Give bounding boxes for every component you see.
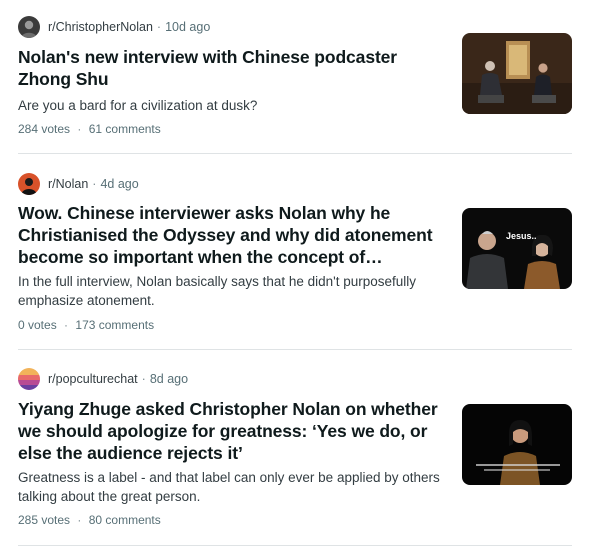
post-card[interactable]: r/ChristopherNolan · 10d ago Nolan's new… (0, 0, 600, 154)
post-meta: r/popculturechat · 8d ago (18, 367, 188, 391)
subreddit-avatar[interactable] (18, 173, 40, 195)
post-thumbnail[interactable] (462, 33, 572, 114)
post-feed: r/ChristopherNolan · 10d ago Nolan's new… (0, 0, 600, 546)
comment-count[interactable]: 80 comments (89, 513, 161, 527)
post-stats: 284 votes · 61 comments (18, 122, 161, 136)
meta-separator: · (141, 372, 146, 386)
stats-separator: · (77, 122, 82, 136)
post-stats: 285 votes · 80 comments (18, 513, 161, 527)
post-age: 4d ago (100, 177, 139, 191)
post-thumbnail[interactable]: Jesus.. (462, 208, 572, 289)
post-body: Greatness is a label - and that label ca… (18, 470, 440, 504)
subreddit-link[interactable]: r/Nolan (48, 177, 88, 191)
vote-count: 0 votes (18, 318, 57, 332)
vote-count: 285 votes (18, 513, 71, 527)
post-title[interactable]: Wow. Chinese interviewer asks Nolan why … (18, 202, 443, 268)
post-stats: 0 votes · 173 comments (18, 318, 154, 332)
comment-count[interactable]: 61 comments (89, 122, 161, 136)
stats-separator: · (77, 513, 82, 527)
post-body: Are you a bard for a civilization at dus… (18, 98, 258, 113)
subreddit-avatar[interactable] (18, 16, 40, 38)
comment-count[interactable]: 173 comments (75, 318, 154, 332)
post-card[interactable]: r/popculturechat · 8d ago Yiyang Zhuge a… (0, 350, 600, 546)
post-meta: r/ChristopherNolan · 10d ago (18, 15, 210, 39)
video-subtitle-line (476, 464, 560, 466)
subreddit-avatar[interactable] (18, 368, 40, 390)
subreddit-link[interactable]: r/popculturechat (48, 372, 138, 386)
meta-separator: · (156, 20, 162, 34)
post-title[interactable]: Yiyang Zhuge asked Christopher Nolan on … (18, 398, 443, 464)
post-age: 8d ago (149, 372, 189, 386)
meta-separator: · (92, 177, 97, 191)
post-age: 10d ago (165, 20, 211, 34)
video-subtitle-line (484, 469, 550, 471)
vote-count: 284 votes (18, 122, 71, 136)
post-body: In the full interview, Nolan basically s… (18, 274, 417, 308)
post-thumbnail[interactable] (462, 404, 572, 485)
post-card[interactable]: r/Nolan · 4d ago Wow. Chinese interviewe… (0, 154, 600, 350)
stats-separator: · (64, 318, 69, 332)
post-meta: r/Nolan · 4d ago (18, 172, 139, 196)
subreddit-link[interactable]: r/ChristopherNolan (48, 20, 153, 34)
thumbnail-caption: Jesus.. (506, 231, 537, 241)
post-title[interactable]: Nolan's new interview with Chinese podca… (18, 46, 443, 90)
